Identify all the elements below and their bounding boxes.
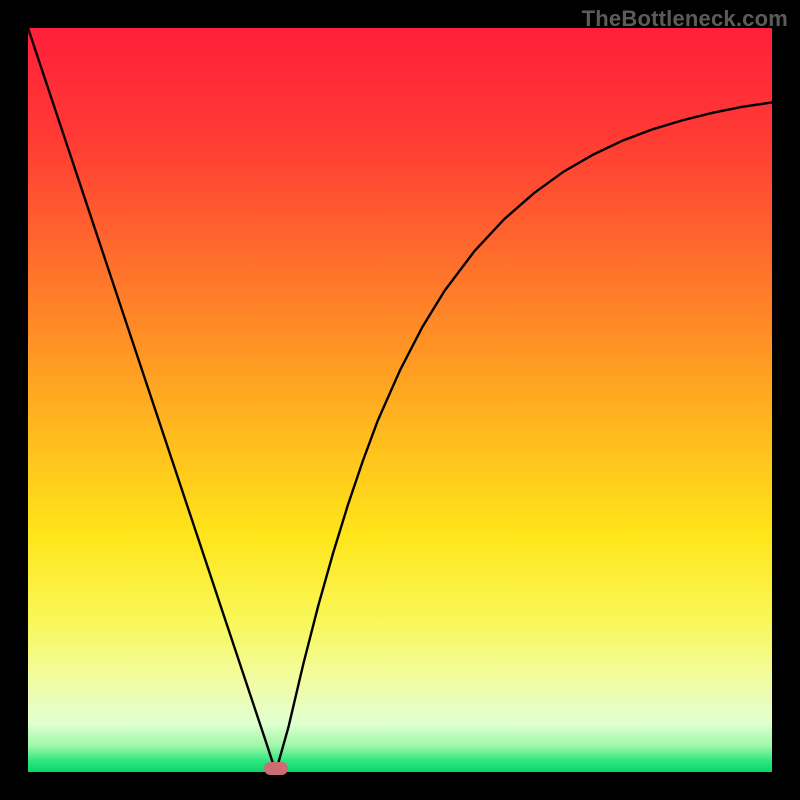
optimum-marker xyxy=(264,762,288,775)
bottleneck-chart xyxy=(28,28,772,772)
gradient-background xyxy=(28,28,772,772)
chart-frame: TheBottleneck.com xyxy=(0,0,800,800)
